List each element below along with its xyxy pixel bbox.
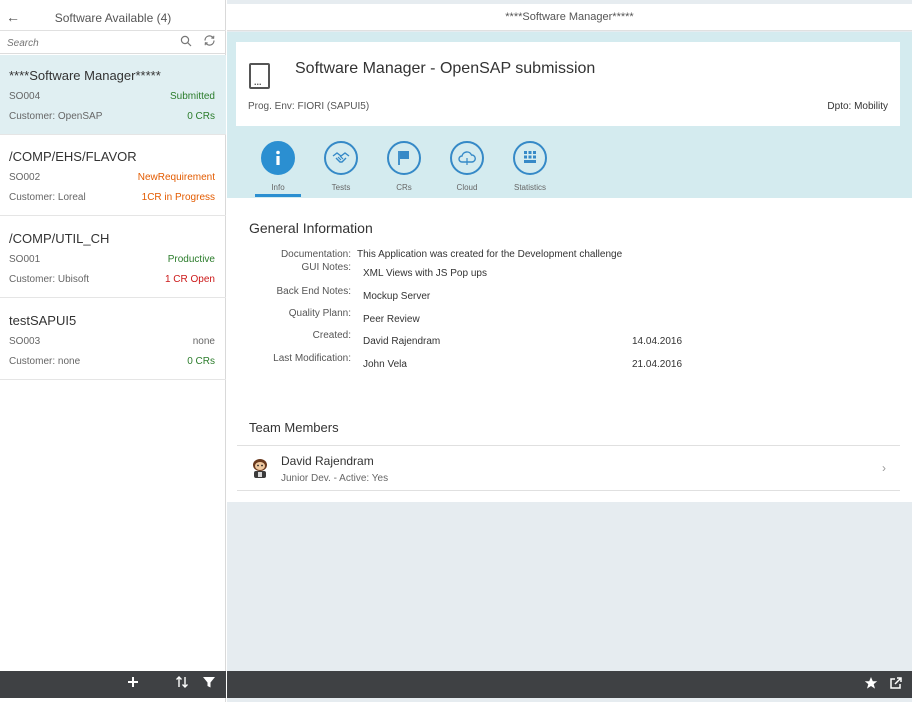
master-title: Software Available (4): [54, 11, 172, 25]
form-value: John Vela: [363, 359, 407, 370]
handshake-icon: [324, 141, 358, 175]
detail-panel: ****Software Manager***** Software Manag…: [227, 0, 912, 702]
flag-icon: [387, 141, 421, 175]
search-input[interactable]: [7, 35, 172, 51]
filter-icon[interactable]: [202, 675, 216, 693]
cloud-icon: [450, 141, 484, 175]
list-item-customer: Customer: OpenSAP: [9, 111, 103, 122]
object-attribute-dept: Dpto: Mobility: [827, 101, 888, 112]
sort-icon[interactable]: [175, 675, 189, 693]
list-item-customer: Customer: Ubisoft: [9, 274, 90, 285]
tab-label: Tests: [331, 183, 351, 192]
list-item-title: ****Software Manager*****: [9, 68, 161, 83]
list-item-status: none: [192, 336, 215, 347]
tab-label: Info: [271, 183, 285, 192]
tab-label: Cloud: [456, 183, 478, 192]
grid-icon: [513, 141, 547, 175]
form-label: Documentation:: [280, 249, 351, 260]
list-item-info: 0 CRs: [187, 356, 215, 367]
form-value: This Application was created for the Dev…: [357, 249, 623, 260]
form-value: XML Views with JS Pop ups: [363, 268, 487, 279]
list-item-number: SO004: [9, 91, 41, 102]
list-item-title: /COMP/EHS/FLAVOR: [9, 149, 137, 164]
list-item-number: SO001: [9, 254, 41, 265]
device-icon: [249, 63, 270, 89]
search-icon[interactable]: [180, 35, 192, 50]
form-value: David Rajendram: [363, 336, 441, 347]
form-date: 14.04.2016: [632, 336, 683, 347]
team-member-name: David Rajendram: [281, 454, 374, 468]
list-item-number: SO003: [9, 336, 41, 347]
tab-statistics[interactable]: Statistics: [499, 139, 561, 197]
form-value: Peer Review: [363, 314, 420, 325]
form-date: 21.04.2016: [632, 359, 683, 370]
team-members-title: Team Members: [249, 420, 339, 435]
general-information-title: General Information: [249, 220, 373, 236]
list-item-info: 0 CRs: [187, 111, 215, 122]
favorite-icon[interactable]: [864, 676, 878, 693]
search-bar: [0, 33, 226, 54]
form-label: Last Modification:: [273, 353, 351, 364]
list-item[interactable]: ****Software Manager***** SO004 Submitte…: [0, 55, 226, 135]
list-item-status: NewRequirement: [137, 172, 215, 183]
team-member-row[interactable]: David Rajendram Junior Dev. - Active: Ye…: [237, 445, 900, 491]
tab-info[interactable]: Info: [247, 139, 309, 197]
list-item-customer: Customer: Loreal: [9, 192, 86, 203]
avatar-icon: [249, 456, 271, 480]
tab-crs[interactable]: CRs: [373, 139, 435, 197]
list-item[interactable]: /COMP/EHS/FLAVOR SO002 NewRequirement Cu…: [0, 136, 226, 216]
form-label: Created:: [312, 330, 351, 341]
object-title: Software Manager - OpenSAP submission: [295, 60, 596, 77]
list-item-customer: Customer: none: [9, 356, 81, 367]
list-item[interactable]: /COMP/UTIL_CH SO001 Productive Customer:…: [0, 218, 226, 298]
add-icon[interactable]: [126, 675, 140, 693]
share-icon[interactable]: [889, 676, 903, 693]
master-header: ← Software Available (4): [0, 4, 226, 31]
detail-content: General Information Documentation: This …: [227, 198, 912, 502]
list-item-info: 1CR in Progress: [141, 192, 215, 203]
form-label: Quality Plann:: [288, 308, 351, 319]
detail-footer: [227, 671, 912, 698]
object-header: Software Manager - OpenSAP submission Pr…: [236, 42, 900, 126]
chevron-right-icon: ›: [882, 461, 886, 475]
object-header-area: Software Manager - OpenSAP submission Pr…: [227, 32, 912, 198]
list-item-status: Productive: [167, 254, 215, 265]
detail-header: ****Software Manager*****: [227, 4, 912, 31]
master-panel: ← Software Available (4) ****Software Ma…: [0, 0, 226, 702]
master-footer: [0, 671, 226, 698]
info-icon: [261, 141, 295, 175]
list-item-number: SO002: [9, 172, 41, 183]
tab-cloud[interactable]: Cloud: [436, 139, 498, 197]
list-item-title: testSAPUI5: [9, 313, 77, 328]
list-item-status: Submitted: [169, 91, 215, 102]
refresh-icon[interactable]: [203, 34, 216, 50]
form-value: Mockup Server: [363, 291, 431, 302]
object-attribute-env: Prog. Env: FIORI (SAPUI5): [248, 101, 370, 112]
tab-tests[interactable]: Tests: [310, 139, 372, 197]
tab-label: Statistics: [513, 183, 546, 192]
tab-selection-indicator: [255, 194, 301, 197]
list-item-title: /COMP/UTIL_CH: [9, 231, 110, 246]
list-item[interactable]: testSAPUI5 SO003 none Customer: none 0 C…: [0, 300, 226, 380]
list-item-info: 1 CR Open: [164, 274, 215, 285]
team-member-description: Junior Dev. - Active: Yes: [281, 473, 389, 484]
form-label: GUI Notes:: [301, 262, 351, 273]
form-label: Back End Notes:: [276, 286, 351, 297]
tab-label: CRs: [396, 183, 412, 192]
detail-title: ****Software Manager*****: [505, 11, 634, 23]
